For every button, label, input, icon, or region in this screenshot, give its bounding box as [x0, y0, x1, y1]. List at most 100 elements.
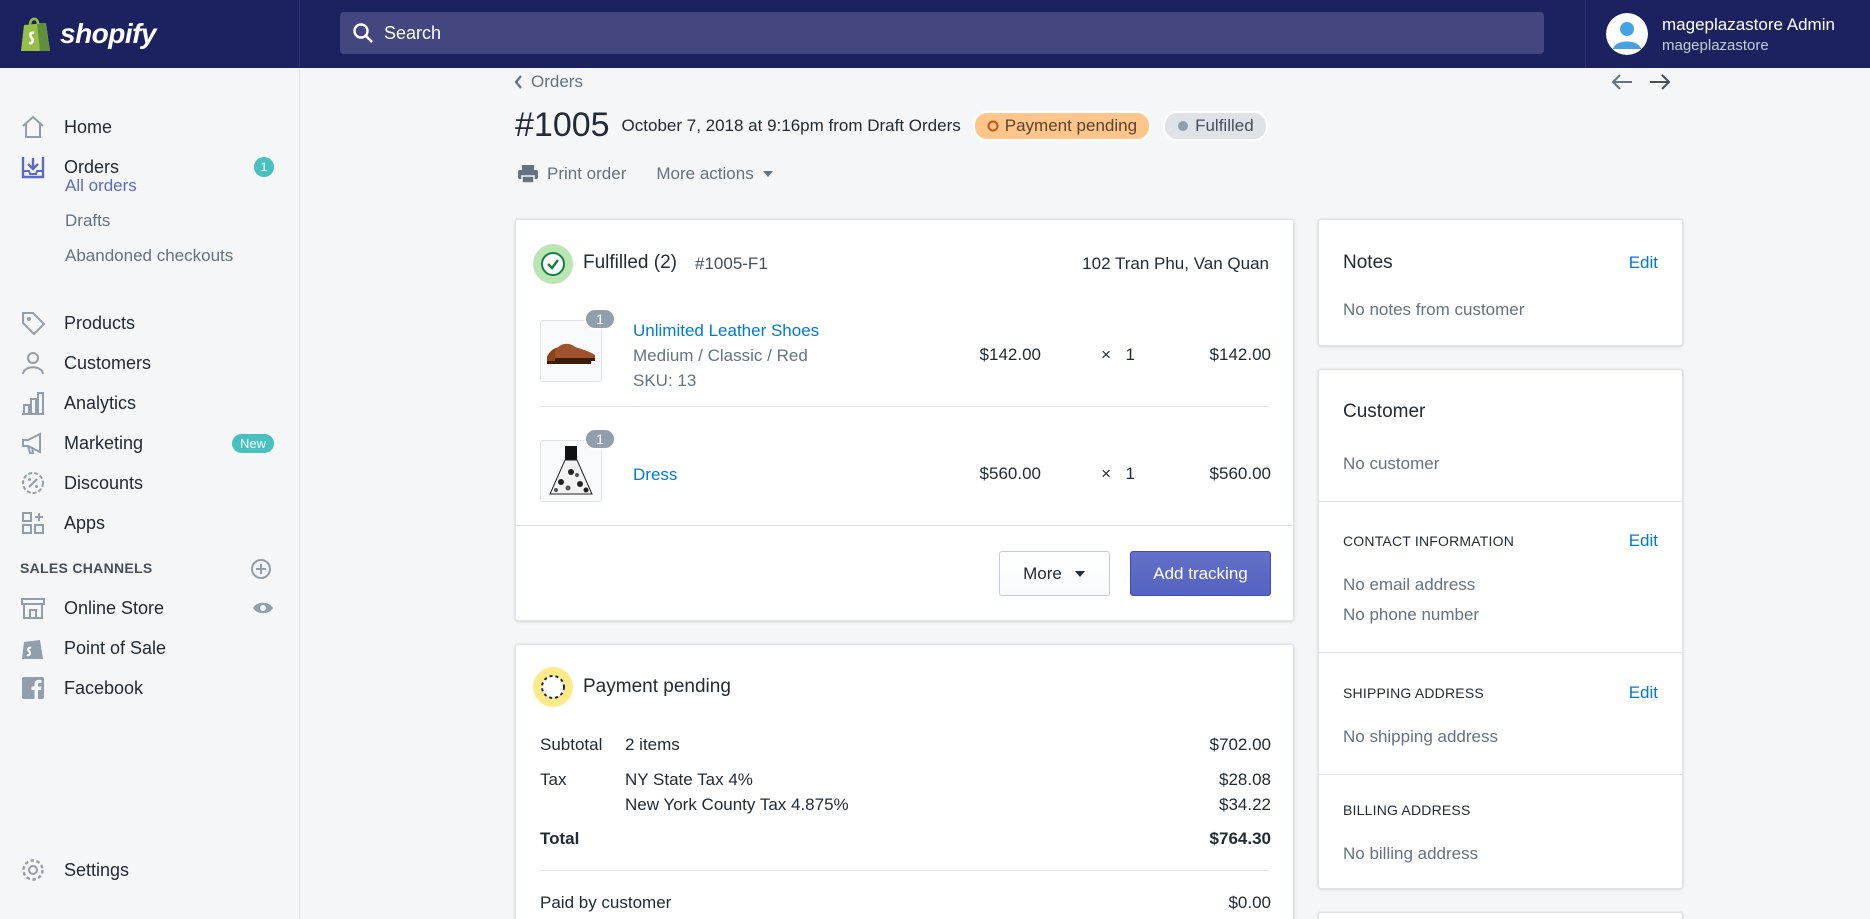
sidebar-subitem-abandoned-checkouts[interactable]: Abandoned checkouts	[65, 246, 233, 266]
gear-icon	[20, 857, 46, 883]
dress-image	[549, 446, 593, 495]
sidebar-item-settings[interactable]: Settings	[0, 852, 300, 888]
divider	[540, 406, 1269, 407]
line-item: 1 Dress $560.00 × 1 $560.00	[540, 426, 1271, 526]
phone-text: No phone number	[1343, 605, 1480, 624]
caret-down-icon	[1074, 570, 1085, 577]
shoes-image	[547, 343, 595, 364]
order-pagination	[1610, 72, 1672, 92]
top-bar: shopify Search mageplazastore Admin mage…	[0, 0, 1870, 68]
pending-dot-icon	[987, 120, 999, 131]
sidebar-item-apps[interactable]: Apps	[0, 505, 300, 541]
sidebar-item-orders[interactable]: Orders 1	[0, 149, 300, 185]
eye-icon[interactable]	[252, 600, 274, 616]
tax-row: Tax NY State Tax 4% $28.08	[540, 770, 1271, 790]
shopify-bag-icon	[21, 17, 50, 51]
tax-desc: NY State Tax 4%	[625, 770, 753, 789]
divider	[1319, 652, 1682, 653]
user-avatar-icon	[1606, 13, 1648, 55]
subtotal-amount: $702.00	[1209, 735, 1271, 754]
divider	[516, 525, 1293, 526]
user-menu[interactable]: mageplazastore Admin mageplazastore	[1585, 0, 1870, 68]
sidebar-item-online-store[interactable]: Online Store	[0, 590, 300, 626]
breadcrumb-label: Orders	[531, 72, 583, 91]
product-link[interactable]: Dress	[633, 462, 677, 487]
shipping-text: No shipping address	[1343, 727, 1498, 746]
customer-text: No customer	[1343, 454, 1440, 473]
sidebar-item-label: Discounts	[64, 472, 144, 493]
user-store: mageplazastore	[1662, 36, 1769, 54]
divider	[540, 870, 1269, 871]
billing-address-heading: BILLING ADDRESS	[1343, 802, 1471, 818]
total-label: Total	[540, 829, 580, 848]
more-actions-button[interactable]: More actions	[656, 164, 773, 184]
new-badge: New	[231, 433, 274, 453]
sidebar-item-analytics[interactable]: Analytics	[0, 385, 300, 421]
notes-title: Notes	[1343, 252, 1393, 273]
sidebar-item-label: Home	[64, 116, 113, 137]
more-button[interactable]: More	[999, 551, 1110, 596]
times-sign: ×	[1101, 464, 1111, 483]
fulfillment-location: 102 Tran Phu, Van Quan	[1082, 254, 1269, 273]
search-input[interactable]: Search	[340, 12, 1544, 54]
sidebar-item-home[interactable]: Home	[0, 109, 300, 145]
sidebar-item-label: Online Store	[64, 597, 165, 618]
arrow-right-icon[interactable]	[1648, 72, 1672, 92]
add-tracking-label: Add tracking	[1153, 563, 1248, 583]
order-number: #1005	[515, 106, 610, 144]
sidebar-item-label: Point of Sale	[64, 637, 167, 658]
shopify-logo[interactable]: shopify	[0, 0, 300, 68]
shipping-edit-link[interactable]: Edit	[1629, 683, 1658, 703]
sidebar-subitem-all-orders[interactable]: All orders	[65, 176, 137, 196]
paid-amount: $0.00	[1228, 893, 1271, 912]
sidebar-item-label: Orders	[64, 156, 120, 177]
quantity-badge: 1	[584, 308, 616, 330]
sidebar-item-products[interactable]: Products	[0, 305, 300, 341]
sales-channels-heading: SALES CHANNELS	[20, 560, 153, 576]
sidebar-item-marketing[interactable]: Marketing New	[0, 425, 300, 461]
sidebar-item-label: Products	[64, 312, 136, 333]
customer-title: Customer	[1343, 401, 1426, 422]
quantity-badge: 1	[584, 428, 616, 450]
add-sales-channel-icon[interactable]	[250, 558, 272, 580]
breadcrumb-back-orders[interactable]: Orders	[513, 72, 583, 92]
tag-icon	[20, 310, 46, 336]
sidebar-item-point-of-sale[interactable]: Point of Sale	[0, 630, 300, 666]
fulfillment-status-badge: Fulfilled	[1163, 110, 1268, 141]
home-icon	[20, 114, 46, 140]
sidebar-item-label: Apps	[64, 512, 106, 533]
product-sku: SKU: 13	[633, 371, 697, 390]
quantity: 1	[1125, 345, 1135, 364]
sidebar-item-customers[interactable]: Customers	[0, 345, 300, 381]
sidebar-item-discounts[interactable]: Discounts	[0, 465, 300, 501]
orders-count-badge: 1	[254, 157, 274, 177]
email-text: No email address	[1343, 575, 1476, 594]
sidebar-item-label: Marketing	[64, 432, 144, 453]
fulfillment-card: Fulfilled (2) #1005-F1 102 Tran Phu, Van…	[515, 219, 1294, 621]
add-tracking-button[interactable]: Add tracking	[1130, 551, 1271, 596]
sidebar-item-facebook[interactable]: Facebook	[0, 670, 300, 706]
product-link[interactable]: Unlimited Leather Shoes	[633, 318, 819, 343]
notes-edit-link[interactable]: Edit	[1629, 253, 1658, 273]
contact-edit-link[interactable]: Edit	[1629, 531, 1658, 551]
person-icon	[20, 350, 46, 376]
payment-card: Payment pending Subtotal 2 items $702.00…	[515, 644, 1294, 919]
tax-amount: $34.22	[1219, 795, 1271, 814]
facebook-icon	[20, 675, 46, 701]
total-amount: $764.30	[1209, 829, 1271, 848]
print-order-button[interactable]: Print order	[517, 164, 626, 184]
divider	[1319, 501, 1682, 502]
notes-text: No notes from customer	[1343, 300, 1525, 319]
subtotal-desc: 2 items	[625, 735, 680, 754]
order-meta: October 7, 2018 at 9:16pm from Draft Ord…	[621, 115, 961, 135]
brand-name: shopify	[60, 18, 157, 49]
arrow-left-icon[interactable]	[1610, 72, 1634, 92]
pending-circle-icon	[533, 667, 573, 707]
unit-price: $560.00	[979, 464, 1041, 483]
contact-info-heading: CONTACT INFORMATION	[1343, 533, 1515, 549]
sidebar-subitem-drafts[interactable]: Drafts	[65, 211, 110, 231]
tax-amount: $28.08	[1219, 770, 1271, 789]
subtotal-row: Subtotal 2 items $702.00	[540, 735, 1271, 755]
search-placeholder: Search	[384, 22, 442, 43]
sidebar-item-label: Facebook	[64, 677, 144, 698]
